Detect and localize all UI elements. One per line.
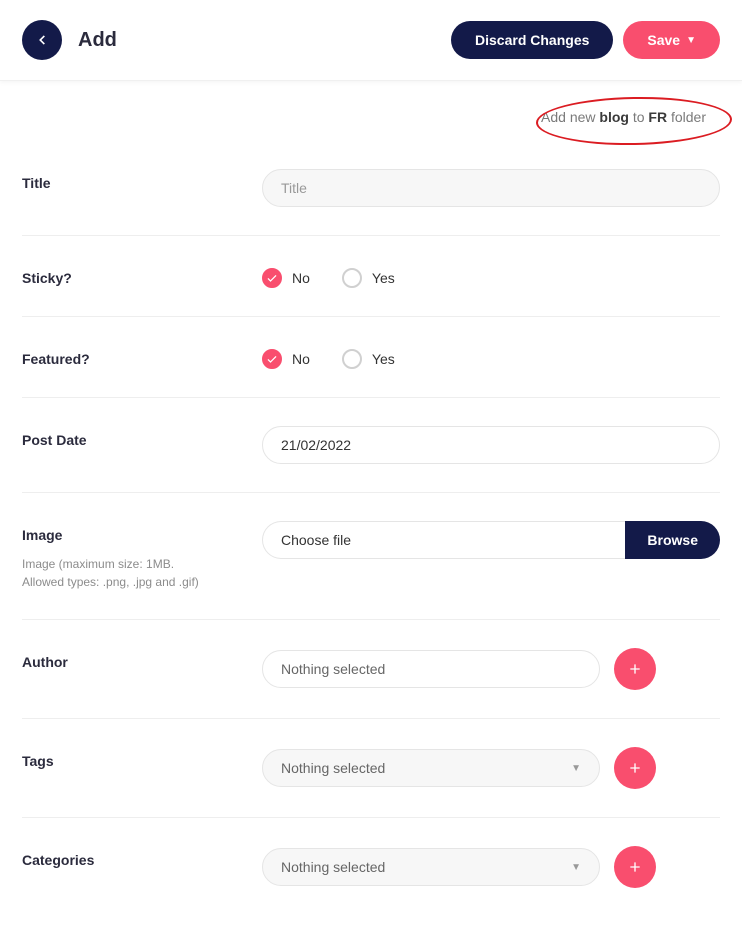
row-author: Author Nothing selected [22, 620, 720, 719]
radio-label-yes: Yes [372, 270, 395, 286]
featured-radio-yes[interactable]: Yes [342, 349, 395, 369]
save-button[interactable]: Save ▼ [623, 21, 720, 59]
radio-unchecked-icon [342, 349, 362, 369]
add-tag-button[interactable] [614, 747, 656, 789]
field-col [262, 426, 720, 464]
header-left: Add [22, 20, 117, 60]
label-col: Author [22, 648, 262, 690]
sticky-radio-no[interactable]: No [262, 268, 310, 288]
author-label: Author [22, 648, 262, 670]
hint-suffix: folder [667, 109, 706, 125]
author-select[interactable]: Nothing selected [262, 650, 600, 688]
label-col: Post Date [22, 426, 262, 464]
row-featured: Featured? No Yes [22, 317, 720, 398]
context-hint-text: Add new blog to FR folder [527, 103, 720, 131]
hint-prefix: Add new [541, 109, 599, 125]
row-image: Image Image (maximum size: 1MB. Allowed … [22, 493, 720, 620]
field-col: Nothing selected ▼ [262, 747, 720, 789]
discard-changes-button[interactable]: Discard Changes [451, 21, 613, 59]
tags-select[interactable]: Nothing selected ▼ [262, 749, 600, 787]
image-helper-text: Image (maximum size: 1MB. Allowed types:… [22, 555, 202, 591]
sticky-label: Sticky? [22, 264, 262, 286]
field-col: Choose file Browse [262, 521, 720, 591]
plus-icon [627, 760, 643, 776]
radio-unchecked-icon [342, 268, 362, 288]
header-actions: Discard Changes Save ▼ [451, 21, 720, 59]
field-col: Nothing selected ▼ [262, 846, 720, 888]
back-button[interactable] [22, 20, 62, 60]
categories-select[interactable]: Nothing selected ▼ [262, 848, 600, 886]
page-header: Add Discard Changes Save ▼ [0, 0, 742, 81]
radio-label-yes: Yes [372, 351, 395, 367]
radio-label-no: No [292, 270, 310, 286]
label-col: Categories [22, 846, 262, 888]
hint-mid: to [629, 109, 648, 125]
categories-select-row: Nothing selected ▼ [262, 846, 720, 888]
file-chosen-text[interactable]: Choose file [262, 521, 625, 559]
field-col: No Yes [262, 345, 720, 369]
plus-icon [627, 661, 643, 677]
post-date-label: Post Date [22, 426, 262, 448]
context-hint-row: Add new blog to FR folder [0, 81, 742, 141]
radio-checked-icon [262, 268, 282, 288]
image-label: Image [22, 521, 262, 543]
plus-icon [627, 859, 643, 875]
sticky-radio-yes[interactable]: Yes [342, 268, 395, 288]
save-button-label: Save [647, 32, 680, 48]
page-title: Add [78, 29, 117, 52]
label-col: Featured? [22, 345, 262, 369]
tags-label: Tags [22, 747, 262, 769]
radio-label-no: No [292, 351, 310, 367]
hint-type: blog [599, 109, 629, 125]
categories-label: Categories [22, 846, 262, 868]
browse-button[interactable]: Browse [625, 521, 720, 559]
row-post-date: Post Date [22, 398, 720, 493]
file-input-group: Choose file Browse [262, 521, 720, 559]
add-category-button[interactable] [614, 846, 656, 888]
add-author-button[interactable] [614, 648, 656, 690]
sticky-radio-group: No Yes [262, 264, 720, 288]
post-date-input[interactable] [262, 426, 720, 464]
featured-radio-no[interactable]: No [262, 349, 310, 369]
tags-select-row: Nothing selected ▼ [262, 747, 720, 789]
form-area: Title Sticky? No Yes [0, 141, 742, 936]
field-col [262, 169, 720, 207]
title-label: Title [22, 169, 262, 191]
label-col: Tags [22, 747, 262, 789]
chevron-left-icon [35, 33, 49, 47]
categories-select-value: Nothing selected [281, 859, 385, 875]
title-input[interactable] [262, 169, 720, 207]
featured-radio-group: No Yes [262, 345, 720, 369]
featured-label: Featured? [22, 345, 262, 367]
row-sticky: Sticky? No Yes [22, 236, 720, 317]
label-col: Title [22, 169, 262, 207]
label-col: Image Image (maximum size: 1MB. Allowed … [22, 521, 262, 591]
row-tags: Tags Nothing selected ▼ [22, 719, 720, 818]
caret-down-icon: ▼ [571, 862, 581, 873]
field-col: Nothing selected [262, 648, 720, 690]
author-select-value: Nothing selected [281, 661, 385, 677]
caret-down-icon: ▼ [571, 763, 581, 774]
author-select-row: Nothing selected [262, 648, 720, 690]
row-categories: Categories Nothing selected ▼ [22, 818, 720, 916]
caret-down-icon: ▼ [686, 35, 696, 46]
field-col: No Yes [262, 264, 720, 288]
label-col: Sticky? [22, 264, 262, 288]
hint-folder: FR [648, 109, 667, 125]
row-title: Title [22, 141, 720, 236]
tags-select-value: Nothing selected [281, 760, 385, 776]
radio-checked-icon [262, 349, 282, 369]
